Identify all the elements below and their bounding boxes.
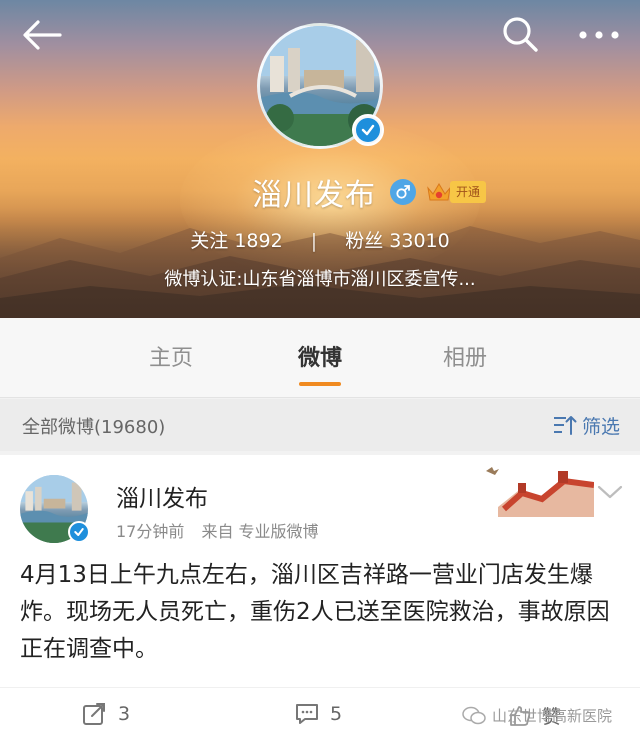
verified-badge (352, 114, 384, 146)
cover-shade (0, 208, 640, 318)
post-meta: 17分钟前 来自 专业版微博 (116, 518, 331, 542)
vip-open-label: 开通 (450, 181, 487, 203)
following-count: 1892 (234, 230, 283, 252)
post-card[interactable]: 淄川发布 17分钟前 来自 专业版微博 4月13日上午九点左右，淄川区吉祥路一营… (0, 455, 640, 749)
vip-badge[interactable]: 开通 (426, 179, 487, 205)
active-tab-indicator (299, 382, 341, 386)
more-button[interactable] (574, 20, 624, 50)
filter-button[interactable]: 筛选 (552, 411, 620, 439)
profile-tabs: 主页 微博 相册 (0, 318, 640, 398)
post-verified-badge (68, 521, 90, 543)
following-stat[interactable]: 关注 1892 (190, 230, 282, 252)
post-text: 4月13日上午九点左右，淄川区吉祥路一营业门店发生爆炸。现场无人员死亡，重伤2人… (20, 562, 610, 662)
post-author[interactable]: 淄川发布 (116, 479, 208, 513)
watermark-text: 山东世博高新医院 (492, 707, 613, 725)
check-icon (361, 124, 375, 136)
tab-album[interactable]: 相册 (443, 340, 487, 372)
all-posts-count: 全部微博(19680) (22, 417, 166, 438)
followers-count: 33010 (389, 230, 450, 252)
post-source: 来自 专业版微博 (201, 522, 319, 541)
filter-icon (554, 416, 577, 435)
back-button[interactable] (20, 18, 64, 52)
filter-bar: 全部微博(19680) 筛选 (0, 399, 640, 451)
tab-home[interactable]: 主页 (149, 340, 193, 372)
search-button[interactable] (498, 14, 542, 54)
post-time: 17分钟前 (116, 522, 185, 541)
followers-label: 粉丝 (345, 230, 384, 252)
verification-text[interactable]: 微博认证:山东省淄博市淄川区委宣传... (0, 265, 640, 291)
comment-count: 5 (330, 703, 343, 725)
following-label: 关注 (190, 230, 229, 252)
repost-count: 3 (118, 703, 131, 725)
profile-name: 淄川发布 (252, 178, 376, 213)
comment-icon (296, 704, 318, 724)
male-icon (390, 179, 416, 205)
filter-label: 筛选 (582, 415, 621, 438)
great-wall-decoration (478, 457, 594, 517)
repost-icon (83, 703, 105, 725)
stats-separator: | (310, 230, 318, 252)
source-watermark: 山东世博高新医院 (462, 705, 612, 726)
post-menu-button[interactable] (594, 479, 626, 505)
chevron-down-icon (597, 485, 623, 499)
repost-button[interactable]: 3 (82, 702, 130, 726)
search-icon (503, 17, 538, 52)
profile-stats: 关注 1892 | 粉丝 33010 (0, 226, 640, 253)
back-arrow-icon (23, 20, 62, 50)
followers-stat[interactable]: 粉丝 33010 (345, 230, 450, 252)
profile-cover: 淄川发布 开通 关注 1892 | 粉丝 33010 微博认证:山东省淄博市淄川… (0, 0, 640, 318)
tab-weibo[interactable]: 微博 (298, 340, 342, 372)
profile-name-row: 淄川发布 开通 (252, 172, 487, 213)
check-icon (74, 528, 84, 536)
crown-icon (427, 183, 451, 201)
wechat-icon (462, 706, 486, 724)
comment-button[interactable]: 5 (294, 702, 342, 726)
more-dots-icon (579, 31, 619, 39)
